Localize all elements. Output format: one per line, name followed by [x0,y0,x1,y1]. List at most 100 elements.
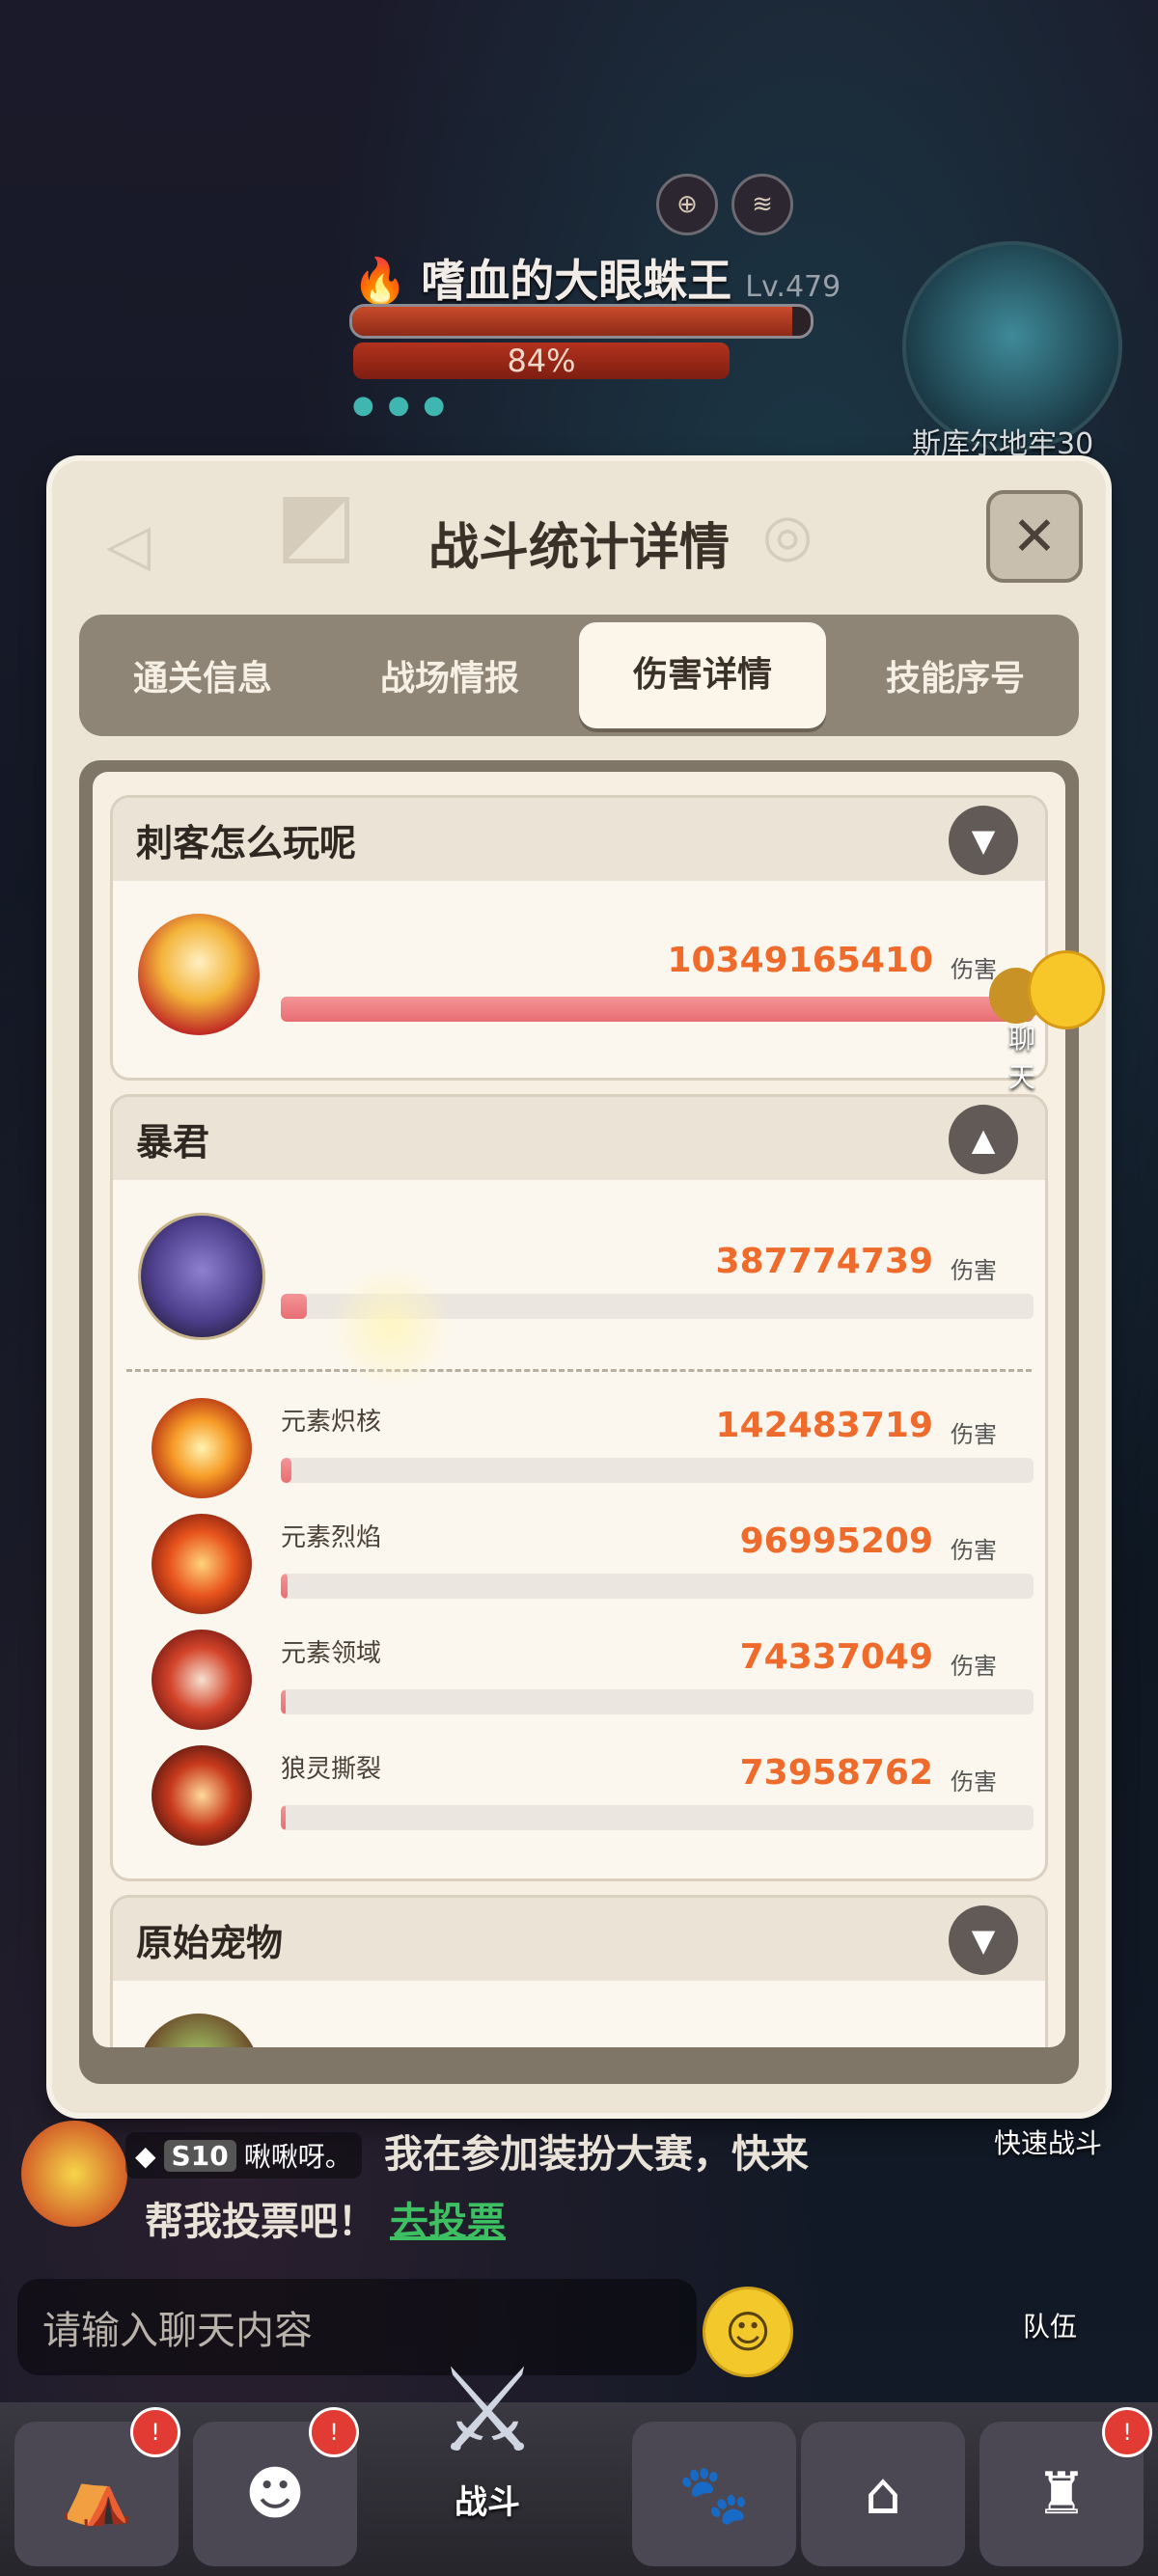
boss-shield-fill [352,307,792,336]
tab-skill-order[interactable]: 技能序号 [832,650,1079,700]
damage-unit: 伤害 [951,956,997,983]
panel-title: 战斗统计详情 [427,519,730,577]
group-title: 刺客怎么玩呢 [136,821,357,864]
quick-battle-button[interactable]: 快速战斗 [994,2123,1102,2161]
hut-icon: ⛺ [60,2460,133,2529]
collapse-toggle-button[interactable]: ▼ [949,1905,1018,1975]
nav-pet-button[interactable]: 🐾 [632,2422,796,2566]
damage-bar [281,1689,1034,1714]
claw-buff-icon: ≋ [731,174,793,235]
boss-name: 嗜血的大眼蛛王 [421,255,732,307]
chevron-down-icon: ▼ [971,1922,996,1959]
tap-sparkle-effect [328,1264,454,1389]
hero-face-icon: ☻ [244,2460,306,2528]
flame-icon [152,1514,252,1614]
notification-badge: ! [1102,2407,1152,2457]
boss-drop-icons: ● ● ● [352,391,445,420]
team-button[interactable]: 队伍 [1023,2306,1077,2344]
close-icon: ✕ [1011,505,1058,568]
vote-link[interactable]: 去投票 [390,2200,506,2244]
notification-badge: ! [130,2407,180,2457]
damage-unit: 伤害 [951,1421,997,1448]
chat-user-avatar[interactable] [21,2121,127,2227]
droplet-icon: ● [423,391,446,420]
group-title: 原始宠物 [136,1921,284,1964]
boss-hp-percent: 84% [507,343,576,379]
claw-icon [152,1745,252,1846]
hero-avatar [138,2014,260,2047]
damage-bar-fill [281,1574,289,1599]
chat-user-name: 啾啾呀。 [243,2141,352,2173]
chevron-down-icon: ▼ [971,822,996,859]
sword-icon: ⚔ [435,2344,539,2479]
gem-icon: ◆ [135,2139,156,2172]
group-card-tyrant: 暴君 ▲ 387774739 伤害 元素炽核 142483719 伤害 元素烈焰… [110,1094,1048,1881]
skill-name: 元素烈焰 [281,1523,382,1552]
nav-shop-button[interactable]: ⌂ [801,2422,965,2566]
group-header[interactable]: 刺客怎么玩呢 ▼ [113,798,1045,881]
damage-value: 73958762 [739,1753,933,1793]
damage-bar [281,1574,1034,1599]
skill-name: 元素炽核 [281,1408,382,1437]
nav-battle-button[interactable]: ⚔ 战斗 [400,2354,574,2557]
damage-unit: 伤害 [951,1768,997,1795]
fire-domain-icon [152,1630,252,1730]
hero-avatar [138,1213,265,1340]
boss-hp-bar: 84% [353,343,730,379]
boss-buff-icons: ⊕ ≋ [656,174,793,235]
skill-name: 狼灵撕裂 [281,1755,382,1784]
chevron-up-icon: ▲ [971,1121,996,1158]
damage-unit: 伤害 [951,1653,997,1680]
smiley-icon: ☺ [725,2306,771,2358]
boss-header: 🔥 嗜血的大眼蛛王 Lv.479 [352,246,841,310]
level-tag: S10 [163,2139,236,2172]
chat-mascot-label: 聊天 [1008,1023,1036,1093]
tab-clear-info[interactable]: 通关信息 [79,650,326,700]
damage-bar-fill [281,1294,308,1319]
collapse-toggle-button[interactable]: ▼ [949,806,1018,875]
damage-bar-fill [281,997,1034,1022]
skill-name: 元素领域 [281,1639,382,1668]
smiley-icon [1028,950,1105,1029]
group-card-assassin: 刺客怎么玩呢 ▼ 10349165410 伤害 [110,795,1048,1081]
droplet-icon: ● [387,391,410,420]
damage-list[interactable]: 刺客怎么玩呢 ▼ 10349165410 伤害 暴君 ▲ 387774739 伤… [93,772,1065,2047]
close-button[interactable]: ✕ [986,490,1083,583]
damage-value: 10349165410 [667,941,933,980]
tab-bar: 通关信息 战场情报 伤害详情 技能序号 [79,615,1079,736]
divider [126,1369,1032,1372]
damage-bar [281,1458,1034,1483]
chat-message-text: 帮我投票吧！ [145,2200,376,2244]
map-label: 斯库尔地牢30 [912,427,1094,461]
chat-input[interactable]: 请输入聊天内容 [17,2279,697,2375]
tab-damage-details[interactable]: 伤害详情 [579,622,826,728]
notification-badge: ! [309,2407,359,2457]
damage-value: 387774739 [715,1242,933,1281]
damage-value: 74337049 [739,1637,933,1677]
shop-icon: ⌂ [864,2460,902,2528]
droplet-icon: ● [352,391,374,420]
damage-value: 142483719 [715,1406,933,1445]
chat-message-line1: 我在参加装扮大赛，快来 [384,2132,809,2177]
guild-icon: ♜ [1035,2460,1088,2528]
chat-message-line2: 帮我投票吧！ 去投票 [145,2190,506,2246]
boss-shield-bar [349,304,813,339]
hero-avatar [138,914,260,1035]
damage-bar [281,1805,1034,1830]
nav-battle-label: 战斗 [455,2483,520,2522]
tab-battlefield-intel[interactable]: 战场情报 [326,650,573,700]
boss-level: Lv.479 [745,270,841,304]
group-header[interactable]: 原始宠物 ▼ [113,1898,1045,1981]
damage-bar-fill [281,1805,287,1830]
damage-bar [281,997,1034,1022]
damage-bar-fill [281,1458,291,1483]
flame-icon: 🔥 [352,255,408,307]
collapse-toggle-button[interactable]: ▲ [949,1105,1018,1174]
damage-value: 96995209 [739,1521,933,1561]
chat-user-tag: ◆ S10 啾啾呀。 [125,2132,362,2179]
group-header[interactable]: 暴君 ▲ [113,1097,1045,1180]
damage-bar-fill [281,1689,287,1714]
emoji-button[interactable]: ☺ [703,2287,793,2377]
damage-unit: 伤害 [951,1257,997,1284]
target-icon: ⊕ [656,174,718,235]
